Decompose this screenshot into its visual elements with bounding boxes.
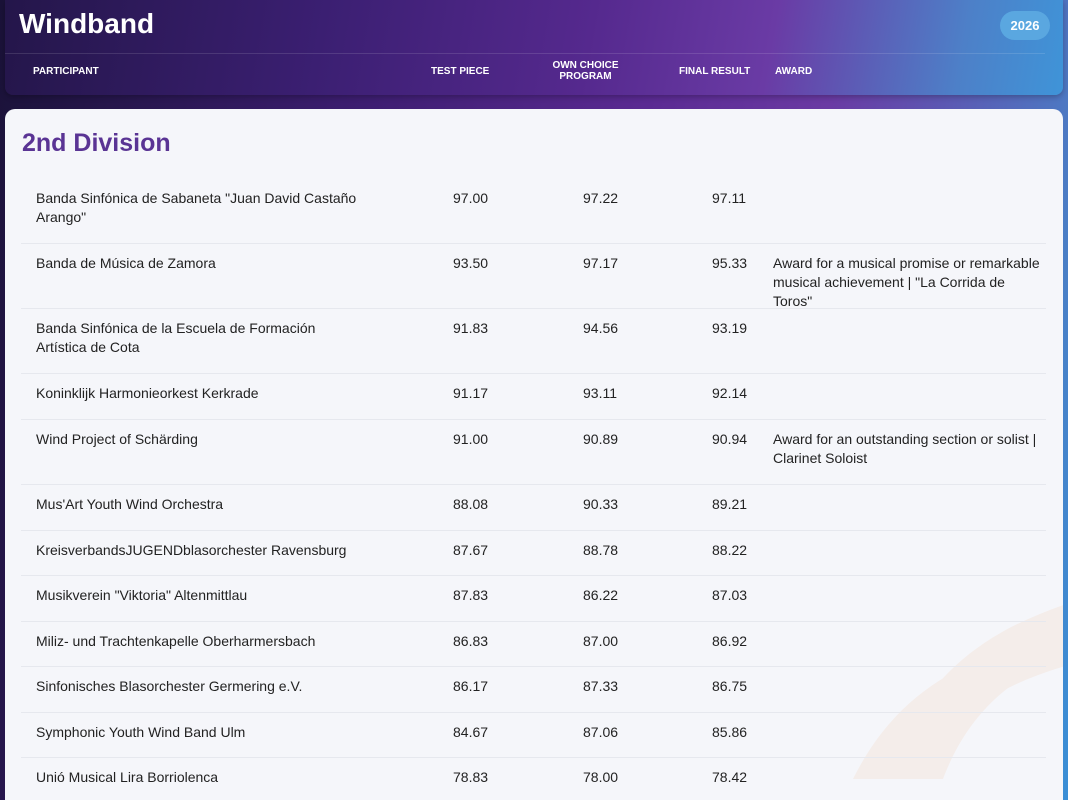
column-header-own-choice-line1: OWN CHOICE (552, 60, 619, 71)
participant-name: Sinfonisches Blasorchester Germering e.V… (36, 678, 303, 694)
column-header-test-piece: TEST PIECE (431, 66, 490, 77)
table-row[interactable]: Mus'Art Youth Wind Orchestra 88.08 90.33 89… (21, 485, 1046, 531)
own-choice-score: 90.89 (583, 431, 619, 447)
participant-name: Mus'Art Youth Wind Orchestra (36, 496, 224, 512)
participant-name: Banda Sinfónica de Sabaneta "Juan David … (36, 190, 357, 225)
division-title: 2nd Division (22, 129, 171, 157)
own-choice-score: 86.22 (583, 587, 619, 603)
own-choice-score: 93.11 (583, 385, 617, 401)
table-row[interactable]: Banda Sinfónica de la Escuela de Formaci… (21, 309, 1046, 374)
test-piece-score: 93.50 (453, 255, 489, 271)
site-header: Windband 2026 PARTICIPANT TEST PIECE OWN… (0, 0, 1068, 110)
final-result-score: 87.03 (712, 587, 748, 603)
test-piece-score: 86.17 (453, 678, 489, 694)
own-choice-score: 88.78 (583, 542, 619, 558)
own-choice-score: 94.56 (583, 320, 619, 336)
final-result-score: 86.92 (712, 633, 748, 649)
final-result-score: 85.86 (712, 724, 748, 740)
results-table: Banda Sinfónica de Sabaneta "Juan David … (21, 179, 1046, 800)
column-header-award: AWARD (775, 66, 813, 77)
final-result-score: 97.11 (712, 190, 746, 206)
table-row[interactable]: KreisverbandsJUGENDblasorchester Ravensb… (21, 531, 1046, 576)
final-result-score: 88.22 (712, 542, 748, 558)
test-piece-score: 87.83 (453, 587, 489, 603)
own-choice-score: 87.00 (583, 633, 619, 649)
column-header-own-choice: OWN CHOICE PROGRAM (548, 60, 623, 82)
participant-name: Banda Sinfónica de la Escuela de Formaci… (36, 320, 316, 355)
test-piece-score: 88.08 (453, 496, 489, 512)
own-choice-score: 97.17 (583, 255, 619, 271)
test-piece-score: 97.00 (453, 190, 489, 206)
final-result-score: 93.19 (712, 320, 748, 336)
award-text: Award for an outstanding section or soli… (773, 431, 1037, 466)
table-row[interactable]: Miliz- und Trachtenkapelle Oberharmersba… (21, 622, 1046, 667)
table-row[interactable]: Koninklijk Harmonieorkest Kerkrade 91.17 9… (21, 374, 1046, 420)
participant-name: KreisverbandsJUGENDblasorchester Ravensb… (36, 542, 347, 558)
own-choice-score: 87.33 (583, 678, 619, 694)
test-piece-score: 84.67 (453, 724, 489, 740)
table-row[interactable]: Banda de Música de Zamora 93.50 97.17 95.33… (21, 244, 1046, 309)
results-panel: 2nd Division Banda Sinfónica de Sabaneta… (5, 109, 1063, 800)
test-piece-score: 91.00 (453, 431, 489, 447)
final-result-score: 92.14 (712, 385, 748, 401)
final-result-score: 78.42 (712, 769, 748, 785)
participant-name: Musikverein "Viktoria" Altenmittlau (36, 587, 248, 603)
own-choice-score: 78.00 (583, 769, 619, 785)
participant-name: Koninklijk Harmonieorkest Kerkrade (36, 385, 259, 401)
test-piece-score: 91.83 (453, 320, 489, 336)
test-piece-score: 91.17 (453, 385, 489, 401)
table-row[interactable]: Symphonic Youth Wind Band Ulm 84.67 87.06 8… (21, 713, 1046, 758)
header-band (5, 0, 1063, 95)
final-result-score: 90.94 (712, 431, 748, 447)
column-header-own-choice-line2: PROGRAM (559, 71, 612, 82)
participant-name: Banda de Música de Zamora (36, 255, 216, 271)
award-text: Award for a musical promise or remarkabl… (773, 255, 1040, 309)
table-row[interactable]: Unió Musical Lira Borriolenca 78.83 78.00 7… (21, 758, 1046, 800)
own-choice-score: 90.33 (583, 496, 619, 512)
table-row[interactable]: Musikverein "Viktoria" Altenmittlau 87.83… (21, 576, 1046, 622)
test-piece-score: 87.67 (453, 542, 489, 558)
participant-name: Symphonic Youth Wind Band Ulm (36, 724, 246, 740)
table-row[interactable]: Wind Project of Schärding 91.00 90.89 90.94… (21, 420, 1046, 485)
final-result-score: 95.33 (712, 255, 748, 271)
test-piece-score: 78.83 (453, 769, 489, 785)
table-row[interactable]: Banda Sinfónica de Sabaneta "Juan David … (21, 179, 1046, 244)
final-result-score: 86.75 (712, 678, 748, 694)
participant-name: Wind Project of Schärding (36, 431, 198, 447)
column-header-participant: PARTICIPANT (33, 66, 99, 77)
brand-title[interactable]: Windband (19, 8, 154, 40)
own-choice-score: 97.22 (583, 190, 619, 206)
header-divider (5, 53, 1045, 54)
participant-name: Unió Musical Lira Borriolenca (36, 769, 219, 785)
own-choice-score: 87.06 (583, 724, 619, 740)
test-piece-score: 86.83 (453, 633, 489, 649)
participant-name: Miliz- und Trachtenkapelle Oberharmersba… (36, 633, 316, 649)
final-result-score: 89.21 (712, 496, 748, 512)
column-header-final-result: FINAL RESULT (679, 66, 751, 77)
table-row[interactable]: Sinfonisches Blasorchester Germering e.V… (21, 667, 1046, 713)
year-badge[interactable]: 2026 (1000, 11, 1050, 40)
